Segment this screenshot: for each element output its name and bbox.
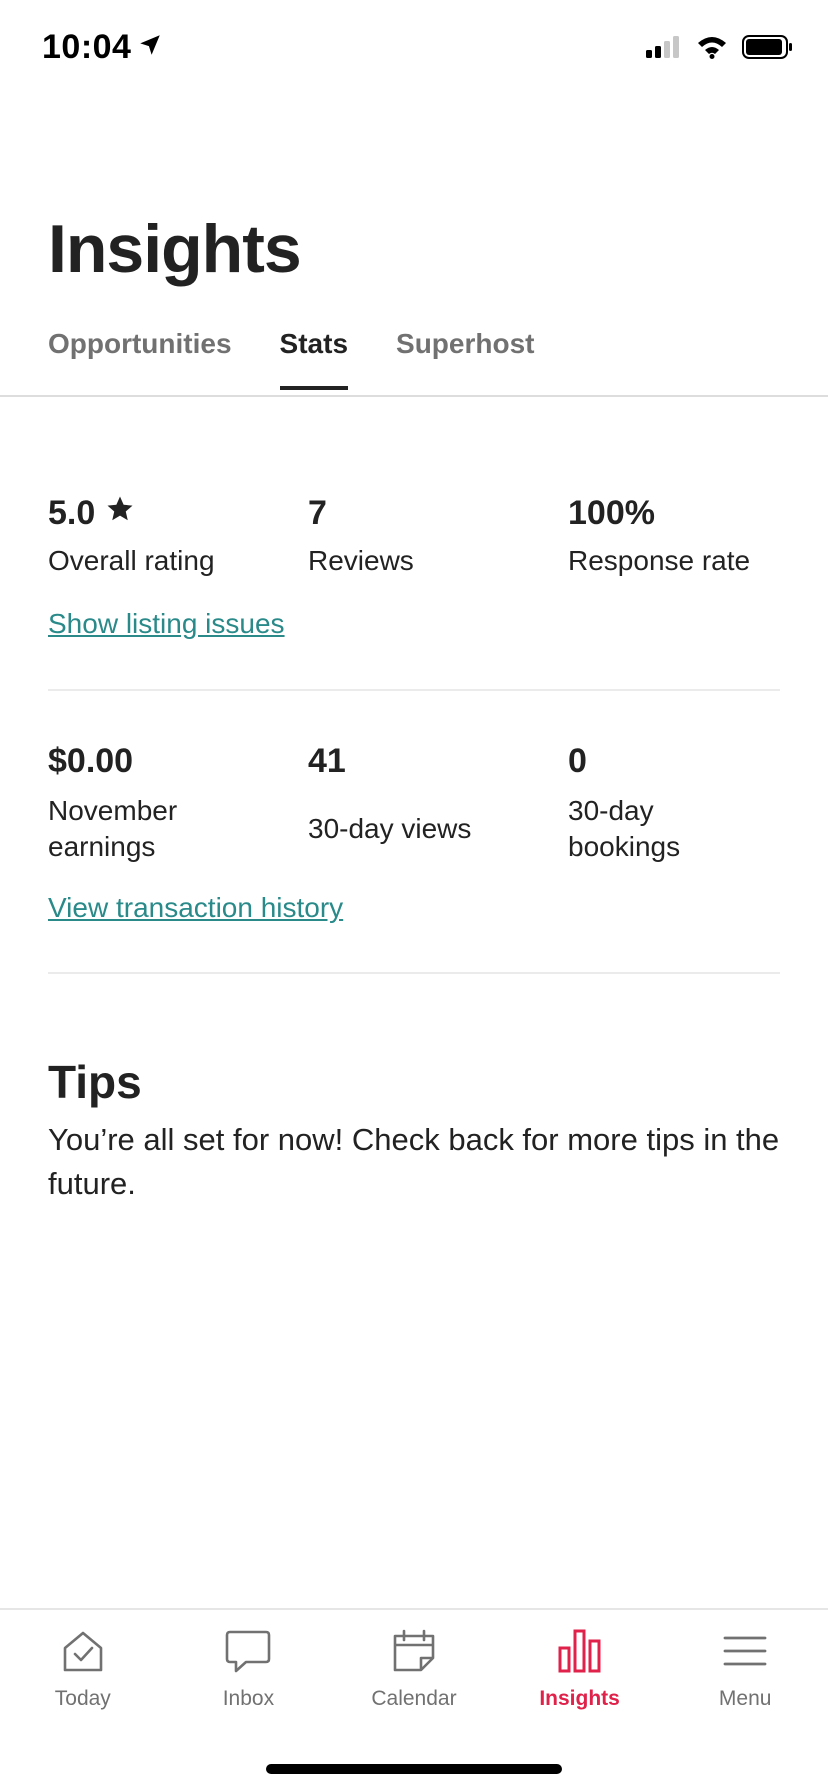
nav-label-calendar: Calendar [371, 1687, 457, 1710]
tips-body: You’re all set for now! Check back for m… [48, 1122, 780, 1201]
star-icon [105, 494, 135, 533]
response-rate-label: Response rate [568, 545, 751, 576]
overall-rating-value: 5.0 [48, 494, 96, 532]
earnings-value: $0.00 [48, 742, 134, 780]
tips-title: Tips [48, 1056, 142, 1108]
overall-rating-label: Overall rating [48, 545, 215, 576]
calendar-icon [391, 1628, 437, 1679]
nav-item-insights[interactable]: Insights [497, 1610, 663, 1730]
views-value: 41 [308, 742, 346, 780]
tabs-divider [0, 395, 828, 397]
nav-label-menu: Menu [718, 1687, 772, 1710]
nav-label-insights: Insights [539, 1687, 620, 1710]
nav-label-inbox: Inbox [222, 1687, 275, 1710]
bar-chart-icon [557, 1628, 603, 1679]
earnings-label: November earnings [48, 795, 178, 862]
chat-bubble-icon [224, 1628, 272, 1679]
reviews-value: 7 [308, 494, 327, 532]
views-label: 30-day views [308, 813, 472, 844]
response-rate-stat: 100% Response rate [568, 494, 750, 579]
status-icons [646, 34, 794, 65]
location-arrow-icon [137, 28, 163, 67]
show-listing-issues-link[interactable]: Show listing issues [48, 608, 285, 640]
home-indicator[interactable] [266, 1764, 562, 1774]
nav-label-today: Today [54, 1687, 111, 1710]
bookings-value: 0 [568, 742, 587, 780]
tab-stats[interactable]: Stats [279, 328, 349, 390]
battery-icon [742, 34, 794, 65]
status-time: 10:04 [42, 28, 163, 67]
tab-superhost[interactable]: Superhost [396, 328, 534, 390]
section-divider [48, 972, 780, 974]
nav-item-today[interactable]: Today [0, 1610, 166, 1730]
nav-item-calendar[interactable]: Calendar [331, 1610, 497, 1730]
nav-item-menu[interactable]: Menu [662, 1610, 828, 1730]
wifi-icon [696, 35, 728, 64]
page-title: Insights [48, 211, 302, 287]
views-stat: 41 30-day views [308, 742, 471, 847]
bookings-label: 30-day bookings [568, 795, 681, 862]
bookings-stat: 0 30-day bookings [568, 742, 718, 865]
house-check-icon [60, 1628, 106, 1679]
reviews-stat: 7 Reviews [308, 494, 414, 579]
cellular-signal-icon [646, 35, 682, 64]
reviews-label: Reviews [308, 545, 414, 576]
response-rate-value: 100% [568, 494, 655, 532]
nav-item-inbox[interactable]: Inbox [166, 1610, 332, 1730]
earnings-stat: $0.00 November earnings [48, 742, 278, 865]
overall-rating-stat: 5.0 Overall rating [48, 494, 215, 579]
tab-bar: Opportunities Stats Superhost [48, 328, 534, 390]
view-transaction-history-link[interactable]: View transaction history [48, 892, 343, 924]
bottom-nav: Today Inbox Calendar Insights Menu [0, 1610, 828, 1730]
hamburger-menu-icon [722, 1628, 768, 1679]
status-time-text: 10:04 [42, 28, 132, 66]
tab-opportunities[interactable]: Opportunities [48, 328, 232, 390]
section-divider [48, 689, 780, 691]
